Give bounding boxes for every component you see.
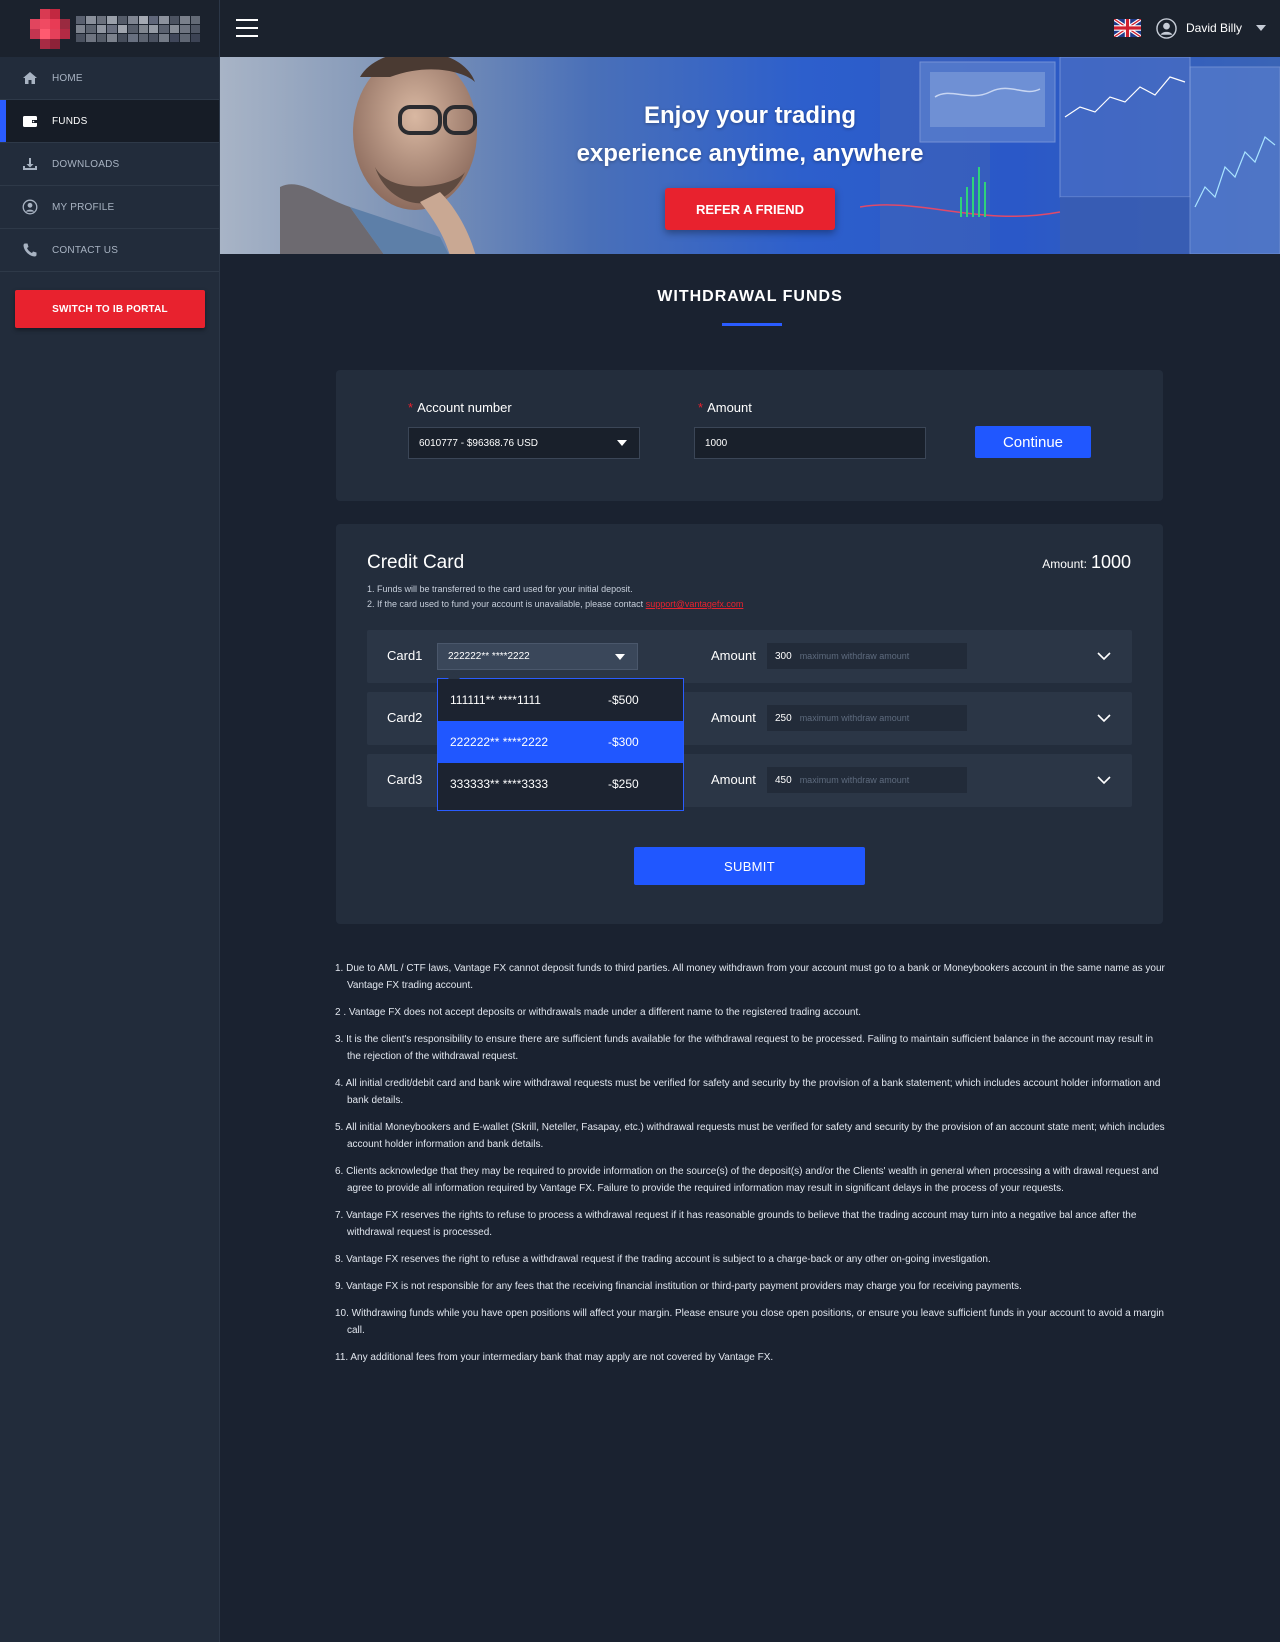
credit-card-amount: Amount: 1000 — [1042, 552, 1131, 572]
download-icon — [22, 156, 38, 172]
card-row-1: Card1 222222** ****2222 Amount 300 maximu… — [367, 630, 1132, 683]
account-number-label: * Account number — [408, 400, 512, 415]
terms-item: 2 . Vantage FX does not accept deposits … — [335, 1007, 862, 1018]
amount-label: Amount — [711, 710, 756, 725]
card1-select[interactable]: 222222** ****2222 — [437, 643, 638, 670]
sidebar-item-contact-us[interactable]: CONTACT US — [0, 229, 219, 272]
terms-item: 8. Vantage FX reserves the right to refu… — [335, 1254, 991, 1265]
dropdown-option[interactable]: 333333** ****3333 -$250 — [438, 763, 683, 805]
banner-headline: Enjoy your trading experience anytime, a… — [520, 97, 980, 173]
terms-item: 3. It is the client's responsibility to … — [335, 1034, 1154, 1062]
logo-wordmark-pixelated — [76, 15, 200, 42]
amount-input[interactable] — [694, 427, 926, 459]
sidebar: HOME FUNDS DOWNLOADS MY PROFILE CONTACT … — [0, 0, 220, 1642]
credit-card-note-1: 1. Funds will be transferred to the card… — [367, 584, 633, 594]
chevron-down-icon[interactable] — [1096, 772, 1112, 788]
terms-item: 5. All initial Moneybookers and E-wallet… — [335, 1122, 1165, 1150]
switch-to-ib-portal-button[interactable]: SWITCH TO IB PORTAL — [15, 290, 205, 328]
terms-item: 1. Due to AML / CTF laws, Vantage FX can… — [335, 963, 1165, 991]
banner-headline-line2: experience anytime, anywhere — [576, 140, 924, 167]
chevron-down-icon[interactable] — [1096, 648, 1112, 664]
amount-label: Amount — [711, 772, 756, 787]
user-name[interactable]: David Billy — [1186, 21, 1242, 35]
sidebar-item-home[interactable]: HOME — [0, 57, 219, 100]
required-marker: * — [408, 400, 414, 415]
amount-label: * Amount — [698, 400, 752, 415]
home-icon — [22, 70, 38, 86]
logo[interactable] — [0, 0, 219, 57]
sidebar-item-label: FUNDS — [52, 115, 88, 127]
card-select-dropdown: 111111** ****1111 -$500 222222** ****2222… — [437, 672, 684, 811]
continue-button[interactable]: Continue — [975, 426, 1091, 458]
card-label: Card3 — [387, 772, 423, 787]
sidebar-item-label: DOWNLOADS — [52, 158, 120, 170]
amount-label: Amount — [711, 648, 756, 663]
phone-icon — [22, 242, 38, 258]
caret-down-icon — [615, 653, 625, 660]
submit-button[interactable]: SUBMIT — [634, 847, 865, 885]
sidebar-item-label: CONTACT US — [52, 244, 119, 256]
user-avatar-icon[interactable] — [1156, 18, 1177, 39]
terms-item: 9. Vantage FX is not responsible for any… — [335, 1281, 1022, 1292]
hamburger-menu-icon[interactable] — [236, 19, 258, 37]
card2-amount-input[interactable]: 250 maximum withdraw amount — [767, 705, 967, 731]
terms-item: 4. All initial credit/debit card and ban… — [335, 1078, 1161, 1106]
sidebar-item-downloads[interactable]: DOWNLOADS — [0, 143, 219, 186]
sidebar-item-funds[interactable]: FUNDS — [0, 100, 219, 143]
support-email-link[interactable]: support@vantagefx.com — [646, 599, 744, 609]
card1-amount-input[interactable]: 300 maximum withdraw amount — [767, 643, 967, 669]
card3-amount-input[interactable]: 450 maximum withdraw amount — [767, 767, 967, 793]
terms-item: 7. Vantage FX reserves the rights to ref… — [335, 1210, 1137, 1238]
withdrawal-form-panel: * Account number 6010777 - $96368.76 USD … — [336, 370, 1163, 501]
credit-card-title: Credit Card — [367, 552, 465, 573]
credit-card-note-2: 2. If the card used to fund your account… — [367, 599, 744, 609]
banner-person-illustration — [280, 57, 477, 254]
sidebar-item-label: MY PROFILE — [52, 201, 115, 213]
refer-a-friend-button[interactable]: REFER A FRIEND — [665, 188, 835, 230]
terms-item: 10. Withdrawing funds while you have ope… — [335, 1308, 1164, 1336]
card-label: Card1 — [387, 648, 423, 663]
logo-mark-pixelated — [30, 8, 70, 49]
sidebar-item-my-profile[interactable]: MY PROFILE — [0, 186, 219, 229]
caret-down-icon — [617, 440, 627, 446]
promo-banner: Enjoy your trading experience anytime, a… — [220, 57, 1280, 254]
terms-item: 6. Clients acknowledge that they may be … — [335, 1166, 1159, 1194]
wallet-icon — [22, 113, 38, 129]
dropdown-option[interactable]: 111111** ****1111 -$500 — [438, 679, 683, 721]
credit-card-amount-value: 1000 — [1090, 552, 1131, 572]
withdrawal-terms-list: 1. Due to AML / CTF laws, Vantage FX can… — [335, 960, 1167, 1376]
account-number-value: 6010777 - $96368.76 USD — [419, 437, 538, 449]
terms-item: 11. Any additional fees from your interm… — [335, 1352, 774, 1363]
dropdown-option-selected[interactable]: 222222** ****2222 -$300 — [438, 721, 683, 763]
chevron-down-icon[interactable] — [1096, 710, 1112, 726]
banner-headline-line1: Enjoy your trading — [643, 102, 856, 129]
user-circle-icon — [22, 199, 38, 215]
card-label: Card2 — [387, 710, 423, 725]
uk-flag-icon[interactable] — [1114, 19, 1141, 37]
page-title: WITHDRAWAL FUNDS — [657, 288, 843, 305]
account-number-select[interactable]: 6010777 - $96368.76 USD — [408, 427, 640, 459]
caret-down-icon[interactable] — [1255, 22, 1267, 34]
card1-selected-value: 222222** ****2222 — [448, 651, 530, 662]
title-underline — [722, 323, 782, 326]
top-bar: David Billy — [220, 0, 1280, 57]
required-marker: * — [698, 400, 704, 415]
sidebar-item-label: HOME — [52, 72, 83, 84]
